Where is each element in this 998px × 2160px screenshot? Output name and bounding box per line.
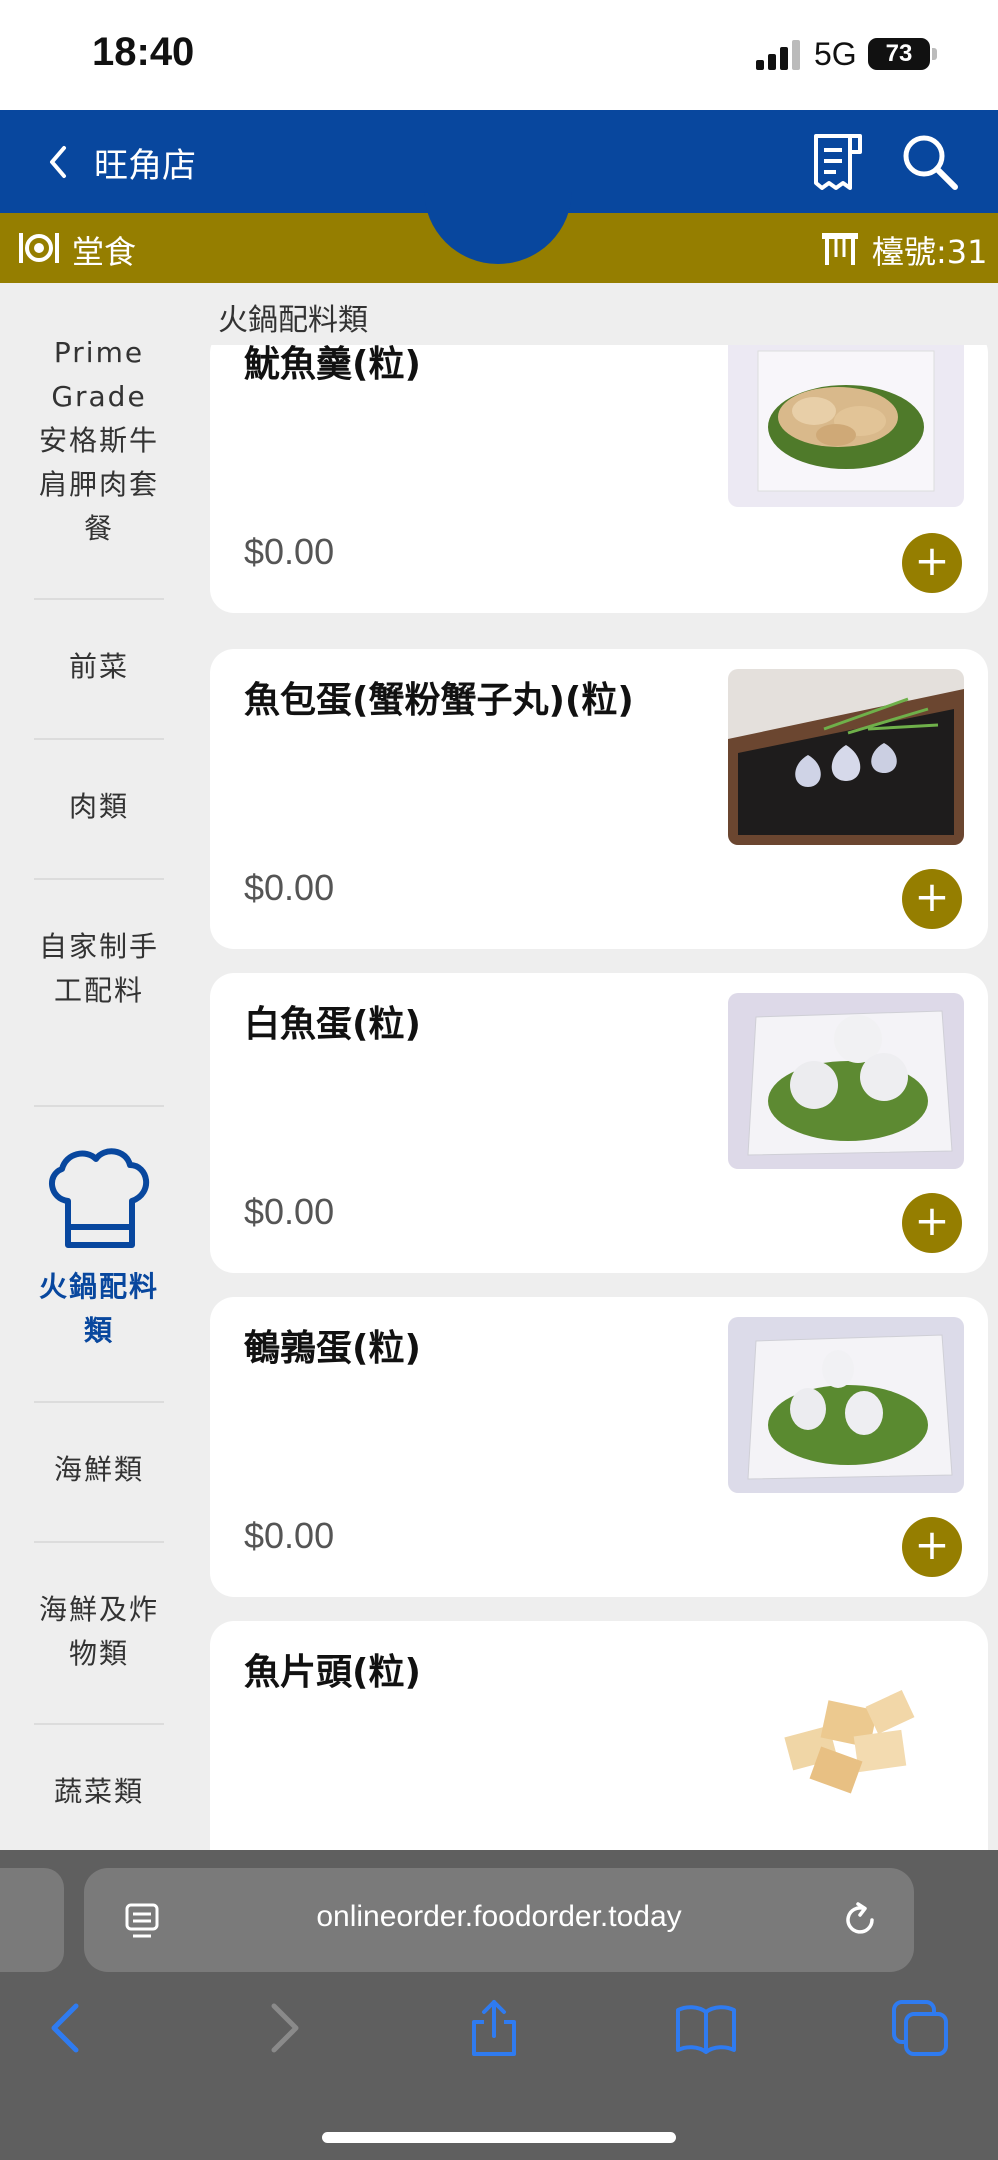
- product-price: $0.00: [244, 1191, 335, 1232]
- battery-tip: [932, 48, 937, 60]
- sidebar-item-handmade[interactable]: 自家制手工配料: [34, 925, 164, 1013]
- back-icon[interactable]: [44, 144, 74, 180]
- product-card[interactable]: 鵪鶉蛋(粒) $0.00 +: [210, 1297, 988, 1597]
- divider: [34, 878, 164, 880]
- reload-icon[interactable]: [840, 1900, 880, 1940]
- browser-toolbar: onlineorder.foodorder.today: [0, 1850, 998, 2160]
- product-image[interactable]: [728, 993, 964, 1169]
- tabs-icon[interactable]: [888, 1996, 952, 2060]
- add-to-cart-button[interactable]: +: [902, 533, 962, 593]
- divider: [34, 1105, 164, 1107]
- product-image[interactable]: [758, 1641, 938, 1817]
- battery-icon: 73: [868, 38, 930, 70]
- product-image[interactable]: [728, 669, 964, 845]
- sidebar-item-vegetables[interactable]: 蔬菜類: [34, 1770, 164, 1814]
- dine-mode-label[interactable]: 堂食: [72, 227, 136, 273]
- product-name: 魚片頭(粒): [244, 1652, 421, 1693]
- previous-tab[interactable]: [0, 1868, 64, 1972]
- table-number: 檯號:31: [872, 233, 988, 271]
- fried-fish-cubes-image: [758, 1641, 938, 1817]
- status-bar: 18:40 5G 73: [0, 0, 998, 110]
- table-icon: [822, 233, 858, 265]
- search-icon[interactable]: [900, 132, 960, 192]
- product-card[interactable]: 魚片頭(粒): [210, 1621, 988, 1850]
- product-card[interactable]: 魚包蛋(蟹粉蟹子丸)(粒) $0.00 +: [210, 649, 988, 949]
- store-title: 旺角店: [94, 146, 196, 186]
- fish-dumplings-image: [728, 669, 964, 845]
- url-text: onlineorder.foodorder.today: [316, 1900, 682, 1933]
- add-to-cart-button[interactable]: +: [902, 1193, 962, 1253]
- divider: [34, 1541, 164, 1543]
- add-to-cart-button[interactable]: +: [902, 869, 962, 929]
- share-icon[interactable]: [462, 1996, 526, 2060]
- divider: [34, 1401, 164, 1403]
- product-price: $0.00: [244, 1515, 335, 1556]
- sidebar-item-prime-grade[interactable]: Prime Grade 安格斯牛肩胛肉套餐: [34, 331, 164, 551]
- address-bar[interactable]: onlineorder.foodorder.today: [84, 1868, 914, 1972]
- chef-hat-icon: [49, 1148, 150, 1248]
- white-fish-balls-image: [728, 993, 964, 1169]
- product-card[interactable]: 魷魚羹(粒) $0.00 +: [210, 329, 988, 613]
- divider: [34, 738, 164, 740]
- sidebar-item-hotpot[interactable]: 火鍋配料類: [34, 1265, 164, 1353]
- sidebar-item-meat[interactable]: 肉類: [34, 785, 164, 829]
- sidebar-item-seafood[interactable]: 海鮮類: [34, 1448, 164, 1492]
- product-image[interactable]: [728, 1317, 964, 1493]
- section-header: 火鍋配料類: [196, 283, 998, 345]
- bookmarks-icon[interactable]: [674, 1996, 738, 2060]
- product-name: 白魚蛋(粒): [244, 1004, 421, 1045]
- sidebar-item-appetizers[interactable]: 前菜: [34, 645, 164, 689]
- divider: [34, 598, 164, 600]
- status-time: 18:40: [92, 30, 195, 74]
- divider: [34, 1723, 164, 1725]
- product-card[interactable]: 白魚蛋(粒) $0.00 +: [210, 973, 988, 1273]
- home-indicator: [322, 2132, 676, 2143]
- dine-in-icon: [19, 233, 59, 263]
- receipt-icon[interactable]: [810, 132, 866, 192]
- squid-paste-image: [728, 331, 964, 507]
- section-title: 火鍋配料類: [218, 303, 368, 338]
- product-price: $0.00: [244, 531, 335, 572]
- sidebar-item-seafood-fried[interactable]: 海鮮及炸物類: [34, 1588, 164, 1676]
- quail-eggs-image: [728, 1317, 964, 1493]
- browser-forward-icon[interactable]: [250, 1996, 314, 2060]
- signal-icon: [756, 40, 800, 70]
- add-to-cart-button[interactable]: +: [902, 1517, 962, 1577]
- browser-back-icon[interactable]: [36, 1996, 100, 2060]
- category-sidebar: Prime Grade 安格斯牛肩胛肉套餐 前菜 肉類 自家制手工配料 火鍋配料…: [0, 283, 196, 1850]
- product-name: 鵪鶉蛋(粒): [244, 1328, 421, 1369]
- network-type: 5G: [814, 36, 857, 72]
- product-name: 魚包蛋(蟹粉蟹子丸)(粒): [244, 680, 634, 721]
- product-image[interactable]: [728, 331, 964, 507]
- product-price: $0.00: [244, 867, 335, 908]
- menu-content: Prime Grade 安格斯牛肩胛肉套餐 前菜 肉類 自家制手工配料 火鍋配料…: [0, 283, 998, 1850]
